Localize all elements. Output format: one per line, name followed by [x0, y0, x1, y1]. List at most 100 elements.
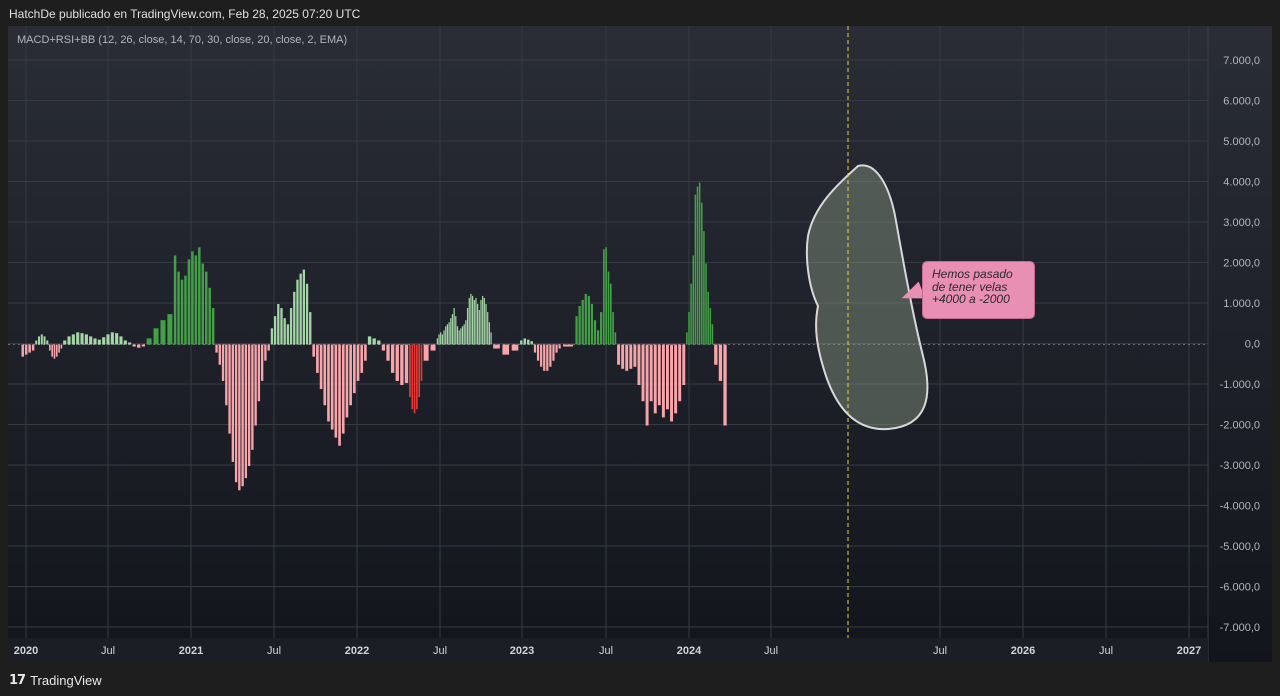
histogram-bar	[441, 334, 443, 345]
histogram-bar	[205, 271, 208, 345]
histogram-bar	[221, 344, 225, 381]
x-tick-label: 2027	[1177, 645, 1201, 657]
histogram-bar	[617, 344, 621, 365]
histogram-bar	[690, 283, 692, 345]
histogram-bar	[257, 344, 261, 402]
histogram-bar	[438, 334, 440, 345]
x-tick-label: Jul	[267, 645, 281, 657]
x-tick-label: 2021	[179, 645, 203, 657]
histogram-bar	[423, 344, 429, 361]
histogram-bar	[701, 202, 703, 345]
histogram-bar	[177, 271, 180, 345]
histogram-bar	[395, 344, 399, 381]
histogram-bar	[718, 344, 723, 381]
histogram-bar	[661, 344, 665, 418]
histogram-bar	[552, 344, 555, 361]
histogram-bar	[645, 344, 649, 426]
histogram-bar	[198, 247, 201, 345]
histogram-bar	[377, 340, 381, 345]
y-tick-label: -5.000,0	[1220, 541, 1260, 553]
histogram-bar	[40, 334, 43, 345]
histogram-bar	[686, 332, 688, 345]
histogram-bar	[520, 340, 523, 345]
histogram-bar	[334, 344, 338, 438]
histogram-bar	[621, 344, 625, 369]
histogram-bar	[43, 336, 46, 345]
x-tick-label: Jul	[599, 645, 613, 657]
histogram-bar	[330, 344, 334, 430]
histogram-bar	[558, 344, 561, 349]
histogram-bar	[228, 344, 231, 434]
histogram-bar	[238, 344, 241, 491]
histogram-bar	[38, 336, 40, 345]
histogram-bar	[160, 320, 166, 345]
x-tick-label: 2024	[677, 645, 702, 657]
histogram-bar	[546, 344, 549, 371]
x-tick-label: 2020	[14, 645, 38, 657]
histogram-bar	[187, 259, 191, 345]
histogram-bar	[270, 328, 274, 345]
annotation-callout[interactable]: Hemos pasado de tener velas +4000 a -200…	[922, 261, 1035, 319]
histogram-bar	[584, 293, 587, 345]
histogram-bar	[167, 314, 173, 345]
histogram-bar	[327, 344, 330, 422]
histogram-bar	[119, 336, 123, 345]
histogram-bar	[273, 316, 277, 345]
histogram-bar	[511, 344, 519, 351]
histogram-bar	[283, 318, 286, 345]
histogram-bar	[563, 344, 574, 347]
histogram-bar	[309, 312, 312, 345]
histogram-bar	[714, 344, 718, 365]
histogram-bar	[455, 316, 457, 345]
x-tick-label: 2023	[510, 645, 534, 657]
histogram-bar	[607, 271, 610, 345]
histogram-bar	[678, 344, 682, 402]
histogram-bar	[605, 247, 607, 345]
y-tick-label: 0,0	[1245, 339, 1260, 351]
tv-logo-icon: 17	[9, 673, 26, 688]
histogram-bar	[523, 338, 527, 345]
histogram-bar	[698, 182, 701, 345]
histogram-bar	[436, 338, 438, 345]
histogram-bar	[49, 344, 51, 351]
histogram-bar	[463, 324, 465, 345]
histogram-bar	[345, 344, 349, 418]
time-axis[interactable]: 2020 Jul 2021 Jul 2022 Jul 2023 Jul 2024 Jul Jul 20…	[8, 638, 1208, 662]
histogram-bar	[471, 295, 474, 345]
indicator-legend[interactable]: MACD+RSI+BB (12, 26, close, 14, 70, 30, …	[17, 34, 347, 46]
histogram-bar	[587, 295, 590, 345]
tradingview-logo[interactable]: 17 TradingView	[9, 673, 102, 688]
histogram-bar	[453, 308, 455, 345]
histogram-bar	[338, 344, 341, 446]
y-tick-label: 1.000,0	[1223, 298, 1260, 310]
histogram-bar	[473, 299, 475, 345]
histogram-bar	[533, 344, 537, 353]
histogram-bar	[58, 344, 60, 353]
histogram-bar	[215, 344, 218, 353]
histogram-bar	[641, 344, 645, 402]
histogram-bar	[460, 328, 462, 345]
chart-svg[interactable]: lun 16 Dic '24 7.000,06.000,05.000,04.00…	[8, 26, 1272, 662]
histogram-bar	[418, 344, 421, 398]
histogram-bar	[251, 344, 254, 450]
histogram-bar	[319, 344, 323, 390]
histogram-bar	[201, 263, 205, 345]
histogram-bar	[390, 344, 395, 373]
histogram-bar	[71, 334, 75, 345]
histogram-bar	[349, 344, 352, 406]
chart-area[interactable]: lun 16 Dic '24 7.000,06.000,05.000,04.00…	[8, 26, 1272, 662]
histogram-bar	[416, 344, 418, 410]
histogram-bar	[692, 255, 695, 345]
histogram-bar	[694, 194, 697, 345]
histogram-bar	[723, 344, 727, 426]
histogram-bar	[234, 344, 238, 483]
histogram-bar	[141, 344, 145, 347]
histogram-bar	[629, 344, 633, 369]
histogram-bar	[76, 332, 80, 345]
histogram-bar	[194, 255, 198, 345]
histogram-bar	[490, 332, 492, 345]
histogram-bar	[709, 308, 712, 345]
brand-name: TradingView	[30, 673, 102, 688]
histogram-bar	[703, 231, 705, 345]
histogram-bar	[540, 344, 543, 367]
